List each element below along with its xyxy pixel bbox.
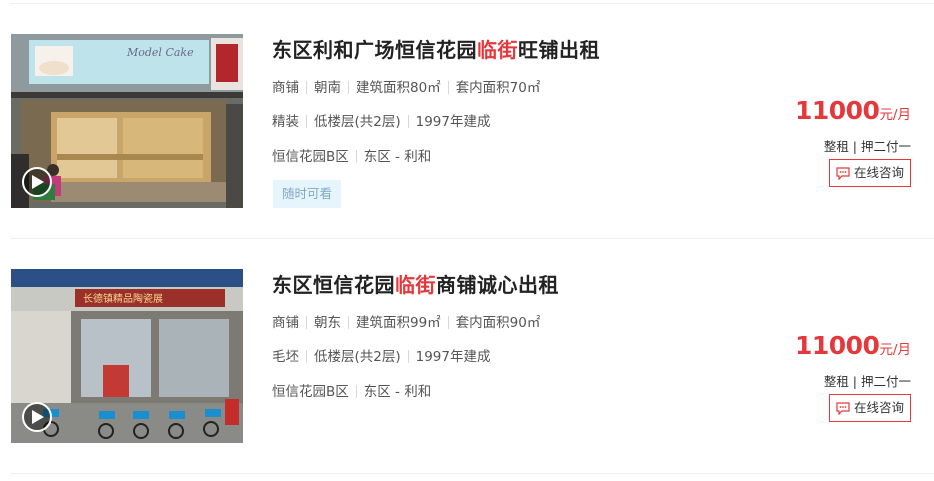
price-unit: 元/月 <box>879 342 911 358</box>
orientation: 朝南 <box>314 80 341 96</box>
building-area: 建筑面积99㎡ <box>356 315 441 331</box>
floor-level: 低楼层(共2层) <box>314 349 401 365</box>
price-unit: 元/月 <box>879 107 911 123</box>
price: 11000元/月 <box>795 96 911 125</box>
property-location: 恒信花园B区 东区 - 利和 <box>272 380 431 400</box>
feature-tag: 随时可看 <box>273 180 342 208</box>
listing-photo[interactable]: Model Cake <box>11 34 243 208</box>
listing-title[interactable]: 东区恒信花园临街商铺诚心出租 <box>272 269 559 298</box>
title-text-end: 旺铺出租 <box>518 38 600 62</box>
building-area: 建筑面积80㎡ <box>356 80 441 96</box>
property-details: 毛坯 低楼层(共2层) 1997年建成 <box>272 345 490 365</box>
title-text: 东区恒信花园 <box>272 273 395 297</box>
usable-area: 套内面积90㎡ <box>455 315 541 331</box>
consult-label: 在线咨询 <box>853 400 904 415</box>
title-text-end: 商铺诚心出租 <box>436 273 559 297</box>
consult-online-button[interactable]: 在线咨询 <box>829 159 911 187</box>
usable-area: 套内面积70㎡ <box>455 80 541 96</box>
property-attributes: 商铺 朝南 建筑面积80㎡ 套内面积70㎡ <box>272 76 540 96</box>
floor-level: 低楼层(共2层) <box>314 114 401 130</box>
build-year: 1997年建成 <box>415 114 491 130</box>
price: 11000元/月 <box>795 331 911 360</box>
chat-icon <box>836 167 850 180</box>
rental-terms: 整租 | 押二付一 <box>823 374 911 389</box>
decoration: 毛坯 <box>272 349 299 365</box>
chat-icon <box>836 402 850 415</box>
listing-divider <box>10 473 934 474</box>
listing-photo[interactable]: 长德镇精品陶瓷展 <box>11 269 243 443</box>
property-location: 恒信花园B区 东区 - 利和 <box>272 145 431 165</box>
listing-card[interactable]: 长德镇精品陶瓷展 东区恒信花园临街商铺诚心出租 商铺朝东建筑面积99㎡套内 <box>10 239 934 474</box>
property-details: 精装 低楼层(共2层) 1997年建成 <box>272 110 490 130</box>
play-video-button[interactable] <box>22 402 52 432</box>
decoration: 精装 <box>272 114 299 130</box>
play-icon <box>32 410 44 424</box>
title-text: 东区利和广场恒信花园 <box>272 38 477 62</box>
sign-text: Model Cake <box>126 46 194 59</box>
consult-online-button[interactable]: 在线咨询 <box>829 394 911 422</box>
rental-terms: 整租 | 押二付一 <box>823 139 911 154</box>
sign-text: 长德镇精品陶瓷展 <box>83 292 163 305</box>
play-icon <box>32 175 44 189</box>
orientation: 朝东 <box>314 315 341 331</box>
consult-label: 在线咨询 <box>853 165 904 180</box>
property-attributes: 商铺 朝东 建筑面积99㎡ 套内面积90㎡ <box>272 311 540 331</box>
district-link[interactable]: 东区 - 利和 <box>364 380 431 400</box>
property-type: 商铺 <box>272 315 299 331</box>
property-type: 商铺 <box>272 80 299 96</box>
listing-card[interactable]: Model Cake 东区利和广场恒信花园临街旺铺出租 商铺 朝南 建筑面积80㎡套… <box>10 4 934 239</box>
play-video-button[interactable] <box>22 167 52 197</box>
listing-title[interactable]: 东区利和广场恒信花园临街旺铺出租 <box>272 34 600 63</box>
community-link[interactable]: 恒信花园B区 <box>272 145 349 165</box>
title-highlight: 临街 <box>395 273 436 297</box>
title-highlight: 临街 <box>477 38 518 62</box>
district-link[interactable]: 东区 - 利和 <box>364 145 431 165</box>
price-value: 11000 <box>794 331 880 360</box>
build-year: 1997年建成 <box>415 349 491 365</box>
price-value: 11000 <box>794 96 880 125</box>
community-link[interactable]: 恒信花园B区 <box>272 380 349 400</box>
